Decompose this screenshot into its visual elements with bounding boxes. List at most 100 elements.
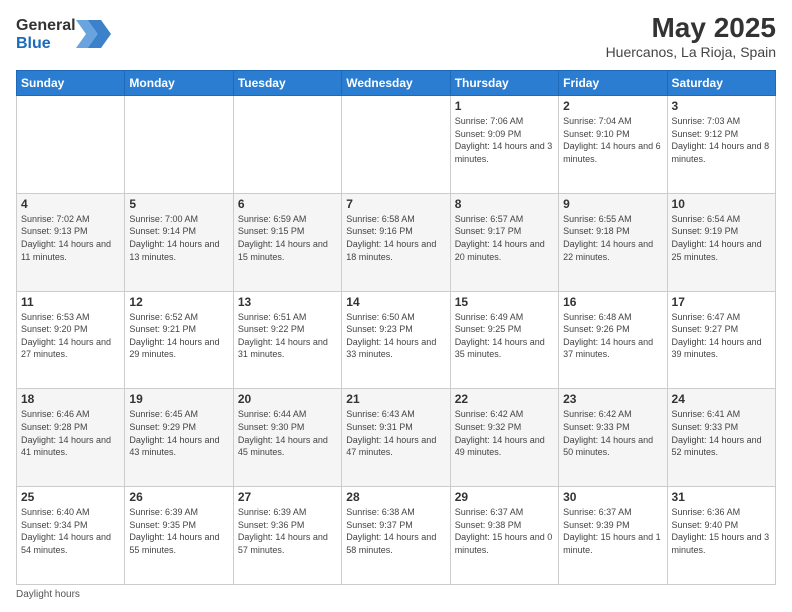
calendar-cell: 31 Sunrise: 6:36 AMSunset: 9:40 PMDaylig…	[667, 487, 775, 585]
calendar-cell: 29 Sunrise: 6:37 AMSunset: 9:38 PMDaylig…	[450, 487, 558, 585]
day-info: Sunrise: 6:53 AMSunset: 9:20 PMDaylight:…	[21, 311, 120, 361]
calendar-day-header: Friday	[559, 71, 667, 96]
calendar-cell: 15 Sunrise: 6:49 AMSunset: 9:25 PMDaylig…	[450, 291, 558, 389]
calendar-cell: 14 Sunrise: 6:50 AMSunset: 9:23 PMDaylig…	[342, 291, 450, 389]
calendar-day-header: Monday	[125, 71, 233, 96]
day-info: Sunrise: 6:36 AMSunset: 9:40 PMDaylight:…	[672, 506, 771, 556]
day-number: 16	[563, 295, 662, 309]
day-info: Sunrise: 7:02 AMSunset: 9:13 PMDaylight:…	[21, 213, 120, 263]
day-number: 2	[563, 99, 662, 113]
day-number: 6	[238, 197, 337, 211]
calendar-day-header: Thursday	[450, 71, 558, 96]
calendar-cell: 22 Sunrise: 6:42 AMSunset: 9:32 PMDaylig…	[450, 389, 558, 487]
calendar-week-row: 11 Sunrise: 6:53 AMSunset: 9:20 PMDaylig…	[17, 291, 776, 389]
calendar-cell: 7 Sunrise: 6:58 AMSunset: 9:16 PMDayligh…	[342, 193, 450, 291]
day-info: Sunrise: 6:42 AMSunset: 9:32 PMDaylight:…	[455, 408, 554, 458]
calendar-cell: 4 Sunrise: 7:02 AMSunset: 9:13 PMDayligh…	[17, 193, 125, 291]
day-info: Sunrise: 6:58 AMSunset: 9:16 PMDaylight:…	[346, 213, 445, 263]
day-info: Sunrise: 6:38 AMSunset: 9:37 PMDaylight:…	[346, 506, 445, 556]
calendar-cell: 8 Sunrise: 6:57 AMSunset: 9:17 PMDayligh…	[450, 193, 558, 291]
day-number: 11	[21, 295, 120, 309]
calendar-week-row: 25 Sunrise: 6:40 AMSunset: 9:34 PMDaylig…	[17, 487, 776, 585]
calendar-day-header: Wednesday	[342, 71, 450, 96]
svg-text:Blue: Blue	[16, 35, 51, 52]
day-info: Sunrise: 6:51 AMSunset: 9:22 PMDaylight:…	[238, 311, 337, 361]
calendar-cell: 2 Sunrise: 7:04 AMSunset: 9:10 PMDayligh…	[559, 96, 667, 194]
day-info: Sunrise: 6:57 AMSunset: 9:17 PMDaylight:…	[455, 213, 554, 263]
day-info: Sunrise: 6:37 AMSunset: 9:39 PMDaylight:…	[563, 506, 662, 556]
location: Huercanos, La Rioja, Spain	[606, 44, 776, 60]
calendar-week-row: 1 Sunrise: 7:06 AMSunset: 9:09 PMDayligh…	[17, 96, 776, 194]
calendar-cell: 18 Sunrise: 6:46 AMSunset: 9:28 PMDaylig…	[17, 389, 125, 487]
logo: General Blue	[16, 12, 126, 62]
day-number: 30	[563, 490, 662, 504]
day-info: Sunrise: 6:39 AMSunset: 9:35 PMDaylight:…	[129, 506, 228, 556]
calendar-cell: 9 Sunrise: 6:55 AMSunset: 9:18 PMDayligh…	[559, 193, 667, 291]
day-number: 8	[455, 197, 554, 211]
calendar-cell: 1 Sunrise: 7:06 AMSunset: 9:09 PMDayligh…	[450, 96, 558, 194]
day-number: 28	[346, 490, 445, 504]
day-info: Sunrise: 6:42 AMSunset: 9:33 PMDaylight:…	[563, 408, 662, 458]
day-number: 7	[346, 197, 445, 211]
calendar-cell: 23 Sunrise: 6:42 AMSunset: 9:33 PMDaylig…	[559, 389, 667, 487]
day-info: Sunrise: 6:44 AMSunset: 9:30 PMDaylight:…	[238, 408, 337, 458]
day-info: Sunrise: 6:52 AMSunset: 9:21 PMDaylight:…	[129, 311, 228, 361]
day-info: Sunrise: 6:41 AMSunset: 9:33 PMDaylight:…	[672, 408, 771, 458]
calendar-cell: 19 Sunrise: 6:45 AMSunset: 9:29 PMDaylig…	[125, 389, 233, 487]
day-info: Sunrise: 6:59 AMSunset: 9:15 PMDaylight:…	[238, 213, 337, 263]
day-number: 19	[129, 392, 228, 406]
day-info: Sunrise: 7:00 AMSunset: 9:14 PMDaylight:…	[129, 213, 228, 263]
day-number: 17	[672, 295, 771, 309]
day-info: Sunrise: 6:50 AMSunset: 9:23 PMDaylight:…	[346, 311, 445, 361]
day-info: Sunrise: 6:48 AMSunset: 9:26 PMDaylight:…	[563, 311, 662, 361]
day-info: Sunrise: 7:04 AMSunset: 9:10 PMDaylight:…	[563, 115, 662, 165]
calendar-cell: 30 Sunrise: 6:37 AMSunset: 9:39 PMDaylig…	[559, 487, 667, 585]
header: General Blue May 2025 Huercanos, La Rioj…	[16, 12, 776, 62]
day-info: Sunrise: 6:49 AMSunset: 9:25 PMDaylight:…	[455, 311, 554, 361]
calendar-cell: 20 Sunrise: 6:44 AMSunset: 9:30 PMDaylig…	[233, 389, 341, 487]
calendar-cell	[125, 96, 233, 194]
calendar-cell: 6 Sunrise: 6:59 AMSunset: 9:15 PMDayligh…	[233, 193, 341, 291]
footer-note: Daylight hours	[16, 589, 776, 600]
day-number: 24	[672, 392, 771, 406]
calendar-cell: 17 Sunrise: 6:47 AMSunset: 9:27 PMDaylig…	[667, 291, 775, 389]
calendar-week-row: 18 Sunrise: 6:46 AMSunset: 9:28 PMDaylig…	[17, 389, 776, 487]
day-number: 13	[238, 295, 337, 309]
calendar-cell: 13 Sunrise: 6:51 AMSunset: 9:22 PMDaylig…	[233, 291, 341, 389]
day-number: 27	[238, 490, 337, 504]
day-info: Sunrise: 6:47 AMSunset: 9:27 PMDaylight:…	[672, 311, 771, 361]
day-number: 20	[238, 392, 337, 406]
svg-text:General: General	[16, 17, 76, 34]
day-number: 1	[455, 99, 554, 113]
calendar-day-header: Saturday	[667, 71, 775, 96]
day-number: 31	[672, 490, 771, 504]
calendar-cell: 21 Sunrise: 6:43 AMSunset: 9:31 PMDaylig…	[342, 389, 450, 487]
month-title: May 2025	[606, 12, 776, 44]
calendar-cell: 5 Sunrise: 7:00 AMSunset: 9:14 PMDayligh…	[125, 193, 233, 291]
day-info: Sunrise: 6:39 AMSunset: 9:36 PMDaylight:…	[238, 506, 337, 556]
calendar-cell	[233, 96, 341, 194]
day-info: Sunrise: 7:03 AMSunset: 9:12 PMDaylight:…	[672, 115, 771, 165]
day-info: Sunrise: 6:43 AMSunset: 9:31 PMDaylight:…	[346, 408, 445, 458]
calendar-cell	[342, 96, 450, 194]
day-info: Sunrise: 6:45 AMSunset: 9:29 PMDaylight:…	[129, 408, 228, 458]
title-area: May 2025 Huercanos, La Rioja, Spain	[606, 12, 776, 60]
calendar-table: SundayMondayTuesdayWednesdayThursdayFrid…	[16, 70, 776, 585]
day-number: 4	[21, 197, 120, 211]
day-number: 9	[563, 197, 662, 211]
day-number: 29	[455, 490, 554, 504]
calendar-cell: 27 Sunrise: 6:39 AMSunset: 9:36 PMDaylig…	[233, 487, 341, 585]
calendar-cell: 3 Sunrise: 7:03 AMSunset: 9:12 PMDayligh…	[667, 96, 775, 194]
day-number: 21	[346, 392, 445, 406]
day-info: Sunrise: 7:06 AMSunset: 9:09 PMDaylight:…	[455, 115, 554, 165]
calendar-week-row: 4 Sunrise: 7:02 AMSunset: 9:13 PMDayligh…	[17, 193, 776, 291]
calendar-day-header: Sunday	[17, 71, 125, 96]
logo-text: General Blue	[16, 12, 126, 62]
day-number: 3	[672, 99, 771, 113]
day-number: 14	[346, 295, 445, 309]
day-info: Sunrise: 6:54 AMSunset: 9:19 PMDaylight:…	[672, 213, 771, 263]
page: General Blue May 2025 Huercanos, La Rioj…	[0, 0, 792, 612]
calendar-cell: 11 Sunrise: 6:53 AMSunset: 9:20 PMDaylig…	[17, 291, 125, 389]
calendar-cell: 28 Sunrise: 6:38 AMSunset: 9:37 PMDaylig…	[342, 487, 450, 585]
calendar-cell	[17, 96, 125, 194]
